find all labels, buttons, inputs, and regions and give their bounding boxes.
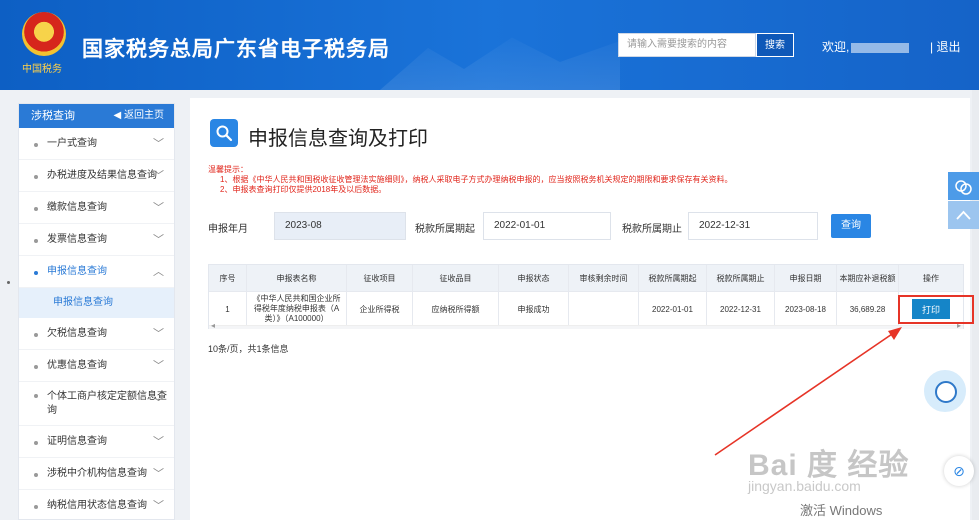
baidu-watermark-url: jingyan.baidu.com [748, 478, 861, 494]
activate-windows-text: 激活 Windows [800, 503, 883, 518]
